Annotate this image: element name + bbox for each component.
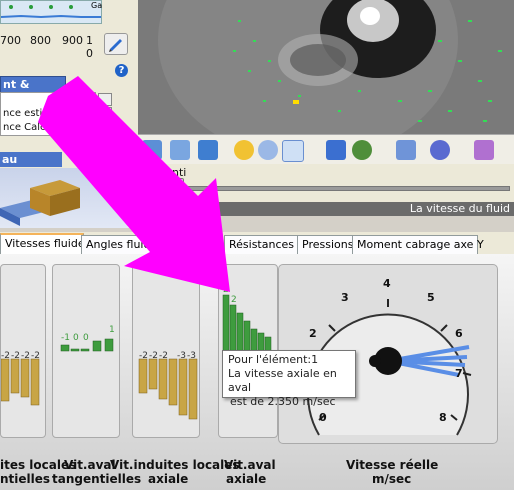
tab-profils[interactable]: profils: [163, 235, 219, 254]
slider-thumb[interactable]: [173, 178, 184, 196]
gauge-tick: 4: [383, 277, 391, 290]
panel-label: Vit.aval: [224, 458, 276, 472]
row: 0: [86, 94, 93, 105]
panel-label: axiale: [226, 472, 267, 486]
pencil-icon: [109, 39, 122, 52]
zoom-icon[interactable]: [234, 140, 254, 160]
panel-label: axiale: [148, 472, 189, 486]
value-text: -2: [149, 351, 158, 361]
gauge-tick: 3: [341, 291, 349, 304]
pan-button[interactable]: [282, 140, 304, 162]
left-panel: Ga 700 800 900 1 0 ? nt & Pertes 0 nce e…: [0, 0, 138, 228]
shape-button[interactable]: [474, 140, 494, 160]
help-icon[interactable]: ?: [114, 142, 127, 155]
row-button[interactable]: [98, 107, 112, 120]
tooltip-line: La vitesse axiale en aval: [228, 367, 337, 394]
3d-viewport[interactable]: [138, 0, 514, 134]
row-button[interactable]: [98, 93, 112, 106]
gauge-tick: 8: [439, 411, 447, 424]
edit-pencil-button[interactable]: [104, 33, 128, 55]
panel-label: Vit.induites locales: [110, 458, 240, 472]
value-text: -3: [187, 351, 196, 361]
gauge-tick: 6: [455, 327, 463, 340]
gauge-tick: 2: [309, 327, 317, 340]
chart-local-tangential: -2 -2 -2 -2: [0, 264, 46, 438]
speed-slider-area: Ralenti: [138, 164, 514, 204]
chart-induced-axial: -2 -2 -2 -3 -3: [132, 264, 200, 438]
value-text: -2: [139, 351, 148, 361]
axis-label: 900: [62, 34, 83, 47]
row: nce estimée %: 0: [3, 108, 93, 119]
bar-3d-chart: [0, 168, 138, 228]
value-text: -2: [11, 351, 20, 361]
fluid-button[interactable]: [430, 140, 450, 160]
value-text: -2: [1, 351, 10, 361]
value-text: -2: [31, 351, 40, 361]
tooltip-line: Pour l'élément:1: [228, 353, 319, 366]
value-text: -2: [159, 351, 168, 361]
status-text: La vitesse du fluid: [409, 202, 510, 215]
value-text: 0: [83, 333, 89, 343]
tooltip-line: est de 2.350 m/sec: [230, 395, 336, 408]
value-text: -3: [177, 351, 186, 361]
mini-chart-side-text: Ga: [91, 1, 103, 10]
view-toolbar: [138, 134, 514, 165]
tab-resistances[interactable]: Résistances: [224, 235, 300, 254]
mini-chart-axis: 700 800 900 1 0: [0, 34, 100, 60]
slider-track[interactable]: [148, 186, 510, 191]
help-icon[interactable]: ?: [115, 64, 128, 77]
value-text: 2: [223, 285, 229, 295]
axis-label: 1 0: [86, 34, 93, 60]
axis-label: 800: [30, 34, 51, 47]
gauge-label: Vitesse réelle: [346, 458, 439, 472]
gauge-tick: 5: [427, 291, 435, 304]
panel-label: Vit.aval: [64, 458, 116, 472]
tab-angles-fluide[interactable]: Angles fluide: [81, 235, 165, 254]
visibility-eye-icon[interactable]: [352, 140, 372, 160]
loss-rows: 0 nce estimée %: 0 nce Calc %: 0: [0, 92, 96, 136]
panel-label: ntielles: [0, 472, 51, 486]
tab-moment-cabrage[interactable]: Moment cabrage axe Y: [352, 235, 484, 254]
value-text: 1: [109, 325, 115, 335]
rotate-icon[interactable]: [258, 140, 278, 160]
value-text: -2: [21, 351, 30, 361]
settings-button[interactable]: [170, 140, 190, 160]
chart-aval-tangential: -1 0 0 1: [52, 264, 120, 438]
gauge-unit: m/sec: [372, 472, 412, 486]
tab-pressions[interactable]: Pressions: [297, 235, 357, 254]
value-text: 2: [231, 295, 237, 305]
panel-label: tangentielles: [52, 472, 142, 486]
status-bar: La vitesse du fluid: [138, 202, 514, 216]
gauge-tick: 0: [319, 411, 327, 424]
tab-bar: Vitesses fluide Angles fluide profils Ré…: [0, 232, 514, 256]
element-tooltip: Pour l'élément:1 La vitesse axiale en av…: [222, 350, 356, 408]
tab-vitesses-fluide[interactable]: Vitesses fluide: [0, 233, 85, 256]
value-text: 0: [73, 333, 79, 343]
row: nce Calc %: 0: [3, 122, 93, 133]
camera-button[interactable]: [198, 140, 218, 160]
view-button[interactable]: [142, 140, 162, 160]
section-header-design: au design): [0, 152, 62, 181]
value-text: -1: [61, 333, 70, 343]
mini-line-chart: Ga: [0, 0, 102, 24]
snapshot-button[interactable]: [326, 140, 346, 160]
gauge-tick: 7: [455, 367, 463, 380]
pencil-tool-button[interactable]: [396, 140, 416, 160]
axis-label: 700: [0, 34, 21, 47]
row-button[interactable]: [98, 121, 112, 134]
